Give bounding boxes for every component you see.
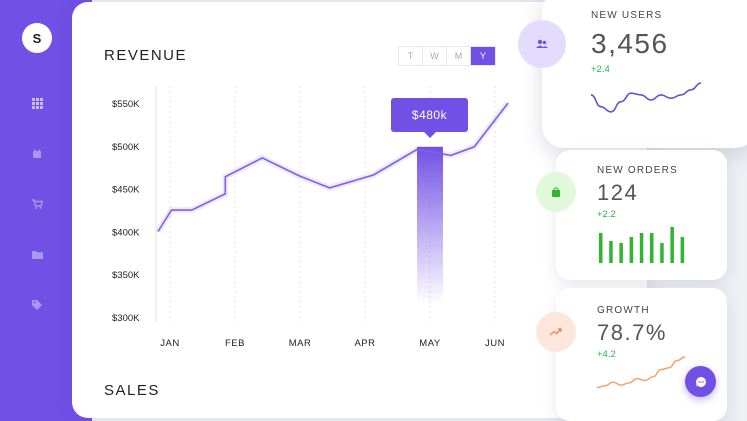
growth-label: GROWTH: [597, 305, 650, 316]
x-tick-label: JUN: [485, 338, 505, 349]
y-tick-label: $350K: [112, 270, 140, 281]
growth-icon-badge: [536, 312, 576, 352]
y-tick-label: $550K: [112, 99, 140, 110]
chat-icon: [695, 376, 706, 387]
new-orders-change: +2.2: [597, 209, 616, 220]
x-tick-label: FEB: [225, 338, 245, 349]
chat-button[interactable]: [685, 366, 716, 397]
x-tick-label: APR: [354, 338, 375, 349]
chart-tooltip: $480k: [391, 98, 468, 138]
orders-bar: [619, 243, 623, 263]
users-icon: [536, 39, 548, 48]
orders-bar: [680, 237, 685, 263]
new-orders-label: NEW ORDERS: [597, 165, 678, 176]
orders-bar: [660, 243, 664, 263]
trending-up-icon: [550, 328, 562, 336]
shopping-bag-icon: [552, 187, 560, 197]
orders-bar: [639, 233, 644, 263]
x-tick-label: MAR: [289, 338, 312, 349]
orders-bar: [609, 241, 613, 263]
new-users-sparkline: [590, 82, 702, 113]
new-orders-bar-chart: [599, 227, 685, 263]
y-tick-label: $300K: [112, 313, 140, 324]
users-icon-badge: [518, 20, 566, 68]
orders-bar: [599, 233, 603, 263]
y-tick-label: $400K: [112, 227, 140, 238]
orders-bar: [650, 233, 654, 263]
orders-bar: [629, 237, 634, 263]
new-users-card[interactable]: [542, 0, 747, 148]
new-users-label: NEW USERS: [591, 10, 663, 21]
new-orders-value: 124: [597, 180, 639, 205]
growth-sparkline: [596, 356, 686, 389]
new-users-value: 3,456: [591, 28, 669, 59]
y-tick-label: $450K: [112, 185, 140, 196]
y-tick-label: $500K: [112, 142, 140, 153]
growth-value: 78.7%: [597, 320, 667, 345]
orders-bar: [670, 227, 674, 263]
highlight-bar[interactable]: [417, 146, 443, 305]
orders-icon-badge: [536, 172, 576, 212]
new-users-change: +2.4: [591, 64, 610, 75]
x-tick-label: JAN: [160, 338, 179, 349]
x-tick-label: MAY: [419, 338, 441, 349]
